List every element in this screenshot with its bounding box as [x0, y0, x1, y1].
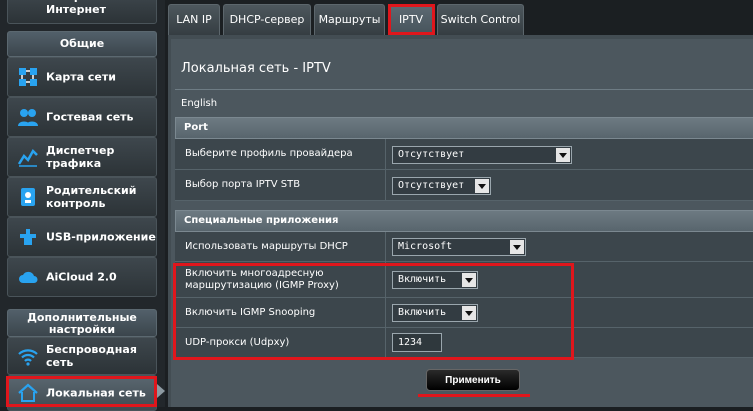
- select-value: Отсутствует: [398, 149, 465, 160]
- sidebar-item-network-map[interactable]: Карта сети: [7, 57, 157, 97]
- sidebar-item-label: Гостевая сеть: [46, 110, 134, 124]
- apply-button[interactable]: Применить: [426, 369, 520, 391]
- stb-port-row: Выбор порта IPTV STB Отсутствует: [175, 170, 753, 201]
- isp-profile-select[interactable]: Отсутствует: [392, 146, 572, 164]
- active-item-arrow: [157, 384, 165, 398]
- stb-port-select[interactable]: Отсутствует: [392, 177, 491, 195]
- tab-label: DHCP-сервер: [229, 13, 305, 26]
- select-value: Отсутствует: [398, 180, 465, 191]
- sidebar-item-aicloud[interactable]: AiCloud 2.0: [7, 257, 157, 297]
- column-divider: [385, 139, 386, 169]
- section-general-header: Общие: [7, 31, 157, 57]
- select-value: Microsoft: [398, 241, 453, 252]
- sidebar-item-label: Беспроводная сеть: [46, 343, 137, 369]
- stb-port-label: Выбор порта IPTV STB: [185, 179, 301, 190]
- tab-lan-ip[interactable]: LAN IP: [168, 4, 220, 35]
- page-title: Локальная сеть - IPTV: [181, 61, 331, 76]
- sidebar-lan-highlight: [6, 376, 157, 407]
- cloud-icon: [19, 271, 38, 283]
- tab-label: Маршруты: [318, 13, 381, 26]
- sidebar-item-label: USB-приложение: [46, 230, 156, 244]
- sidebar-item-usb-app[interactable]: USB-приложение: [7, 217, 157, 257]
- tab-routes[interactable]: Маршруты: [314, 4, 385, 35]
- parental-control-icon: [21, 188, 35, 206]
- sidebar-item-label: настройка Интернет: [46, 0, 112, 16]
- apply-button-underline: [418, 394, 530, 397]
- sidebar-item-label: AiCloud 2.0: [46, 270, 117, 284]
- sidebar-item-internet[interactable]: настройка Интернет: [7, 0, 157, 24]
- port-section-header: Port: [175, 117, 753, 139]
- special-apps-header-label: Специальные приложения: [184, 215, 339, 226]
- sidebar-item-label: Родительский контроль: [46, 184, 137, 210]
- dhcp-routes-label: Использовать маршруты DHCP: [185, 240, 348, 252]
- chevron-down-icon: [510, 240, 524, 254]
- section-general-label: Общие: [59, 37, 105, 50]
- column-divider: [385, 170, 386, 200]
- section-advanced-label: Дополнительные настройки: [27, 311, 137, 336]
- usb-icon: [20, 229, 36, 245]
- sidebar-item-label: Диспетчер трафика: [46, 144, 115, 170]
- language-label: English: [181, 98, 218, 109]
- traffic-manager-icon: [17, 148, 38, 167]
- isp-profile-label: Выберите профиль провайдера: [185, 148, 353, 159]
- sidebar-item-guest-network[interactable]: Гостевая сеть: [7, 97, 157, 137]
- tab-label: Switch Control: [440, 13, 521, 26]
- network-map-icon: [19, 68, 37, 86]
- section-advanced-header: Дополнительные настройки: [7, 309, 157, 337]
- sidebar-item-parental-control[interactable]: Родительский контроль: [7, 177, 157, 217]
- special-apps-section-header: Специальные приложения: [175, 210, 753, 232]
- chevron-down-icon: [475, 179, 489, 193]
- tab-iptv-highlight: [388, 4, 435, 35]
- chevron-down-icon: [556, 148, 570, 162]
- igmp-settings-highlight: [173, 263, 574, 360]
- dhcp-routes-row: Использовать маршруты DHCP Microsoft: [175, 232, 753, 262]
- column-divider: [385, 232, 386, 261]
- isp-profile-row: Выберите профиль провайдера Отсутствует: [175, 139, 753, 170]
- tab-switch-control[interactable]: Switch Control: [437, 4, 524, 35]
- wifi-icon: [18, 349, 38, 366]
- guest-network-icon: [18, 109, 38, 126]
- title-divider: [175, 89, 753, 90]
- sidebar-item-wireless[interactable]: Беспроводная сеть: [7, 337, 157, 375]
- sidebar-item-label: Карта сети: [46, 70, 116, 84]
- tab-dhcp-server[interactable]: DHCP-сервер: [223, 4, 311, 35]
- sidebar-item-traffic-manager[interactable]: Диспетчер трафика: [7, 137, 157, 177]
- tab-label: LAN IP: [176, 13, 212, 26]
- dhcp-routes-select[interactable]: Microsoft: [392, 238, 526, 256]
- sidebar: настройка Интернет Общие Карта сети Гост…: [0, 0, 165, 411]
- port-header-label: Port: [184, 122, 208, 133]
